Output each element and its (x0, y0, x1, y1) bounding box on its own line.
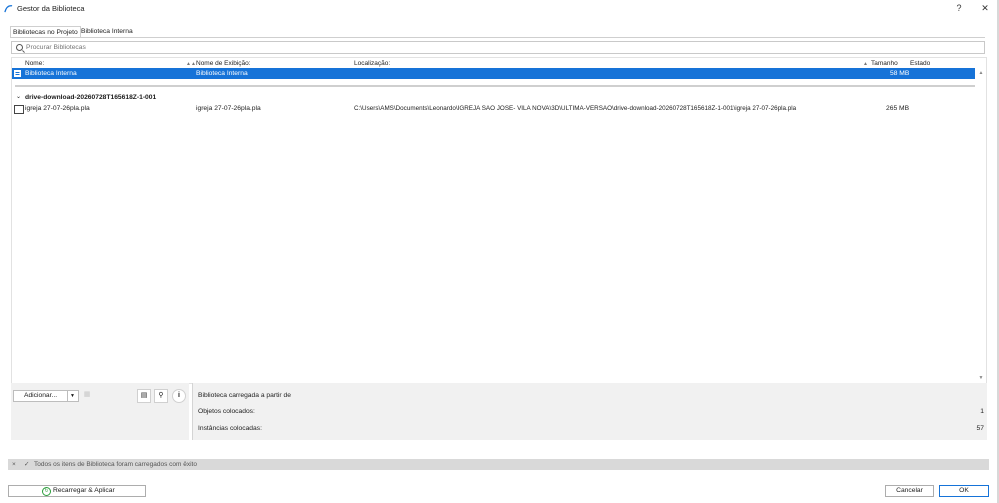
column-name[interactable]: Nome: (25, 59, 44, 68)
library-list[interactable]: Nome: ▲▲ Nome de Exibição: Localização: … (11, 57, 987, 384)
search-icon (16, 44, 23, 51)
cancel-button[interactable]: Cancelar (885, 485, 934, 497)
row-name: igreja 27-07-26pla.pla (25, 105, 90, 112)
status-bar: × ✓ Todos os itens de Biblioteca foram c… (8, 459, 989, 470)
loaded-from-label: Biblioteca carregada a partir de (198, 392, 291, 399)
new-library-icon[interactable]: ▤ (137, 389, 151, 403)
close-status-icon[interactable]: × (12, 459, 16, 470)
divider (67, 391, 68, 401)
row-size: 58 MB (890, 70, 910, 77)
status-message: Todos os itens de Biblioteca foram carre… (34, 461, 197, 468)
placed-instances-value: 57 (976, 425, 984, 432)
group-header[interactable]: drive-download-20260728T165618Z-1-001 (25, 93, 156, 102)
window-title: Gestor da Biblioteca (17, 4, 85, 13)
folder-library-icon (14, 105, 24, 114)
tab-divider (10, 37, 985, 38)
row-name: Biblioteca Interna (25, 70, 77, 77)
title-bar: Gestor da Biblioteca ? ✕ (0, 0, 997, 17)
search-input[interactable] (26, 42, 966, 53)
sort-indicator-icon: ▲▲ (186, 61, 196, 67)
dropdown-arrow-icon[interactable]: ▼ (70, 391, 75, 401)
add-button[interactable]: Adicionar... ▼ (13, 390, 79, 402)
column-display-name[interactable]: Nome de Exibição: (196, 59, 251, 68)
tab-embedded-library[interactable]: Biblioteca Interna (79, 26, 135, 37)
info-icon[interactable]: i (172, 389, 186, 403)
dialog-footer (0, 478, 997, 503)
search-box[interactable] (11, 41, 985, 54)
reload-apply-button[interactable]: ↻ Recarregar & Aplicar (8, 485, 146, 497)
reload-icon: ↻ (42, 487, 51, 496)
column-location[interactable]: Localização: (354, 59, 390, 68)
ok-button[interactable]: OK (939, 485, 989, 497)
column-state[interactable]: Estado (910, 59, 930, 68)
archicad-logo-icon (4, 5, 13, 13)
sort-indicator-icon: ▲ (863, 61, 868, 67)
scroll-up-icon[interactable]: ▲ (977, 70, 985, 76)
remove-icon[interactable]: ▦ (81, 389, 93, 401)
library-file-icon (14, 70, 21, 77)
library-info-panel (192, 383, 987, 440)
reload-apply-label: Recarregar & Aplicar (53, 487, 115, 494)
placed-instances-label: Instâncias colocadas: (198, 425, 262, 432)
row-display-name: Biblioteca Interna (196, 70, 248, 77)
chevron-down-icon[interactable]: ⌄ (16, 93, 21, 100)
row-display-name: igreja 27-07-26pla.pla (196, 105, 261, 112)
check-icon: ✓ (24, 461, 30, 468)
help-button[interactable]: ? (951, 2, 967, 15)
scroll-down-icon[interactable]: ▼ (977, 375, 985, 381)
row-size: 265 MB (886, 105, 910, 112)
table-row-selected[interactable]: Biblioteca Interna Biblioteca Interna 58… (12, 68, 975, 79)
row-location: C:\Users\AMS\Documents\Leonardo\IGREJA S… (354, 105, 797, 112)
divider (15, 85, 975, 87)
add-button-label: Adicionar... (24, 392, 58, 399)
placed-objects-label: Objetos colocados: (198, 408, 255, 415)
close-button[interactable]: ✕ (977, 2, 993, 15)
table-row[interactable]: igreja 27-07-26pla.pla igreja 27-07-26pl… (12, 104, 975, 114)
column-size[interactable]: Tamanho (871, 59, 898, 68)
placed-objects-value: 1 (980, 408, 984, 415)
library-settings-icon[interactable]: ⚲ (154, 389, 168, 403)
